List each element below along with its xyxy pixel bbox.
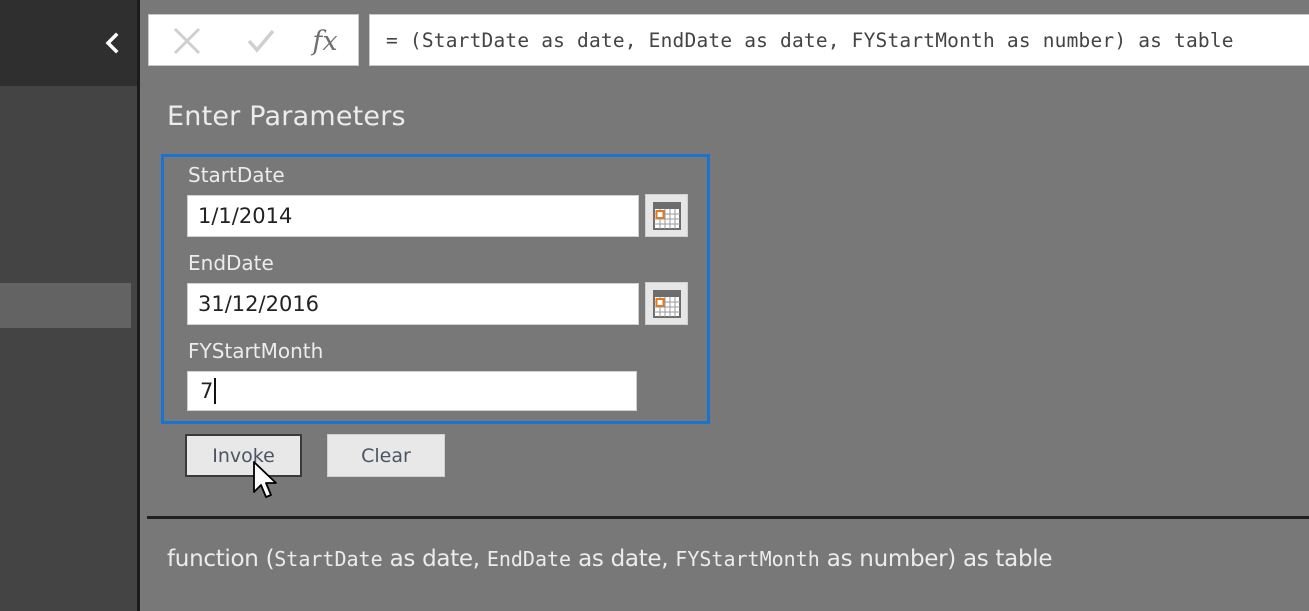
text-caret (214, 378, 217, 404)
start-date-input[interactable] (187, 195, 639, 237)
end-date-input[interactable] (187, 283, 639, 325)
function-signature: function (StartDate as date, EndDate as … (167, 546, 1052, 572)
formula-input[interactable]: = (StartDate as date, EndDate as date, F… (369, 14, 1309, 66)
signature-type-1: as date, (382, 546, 487, 572)
navigator-pane (0, 0, 137, 611)
cancel-formula-button[interactable] (169, 25, 205, 57)
calendar-icon (652, 289, 681, 318)
start-date-calendar-button[interactable] (645, 194, 688, 237)
checkmark-icon (247, 29, 275, 53)
close-icon (173, 27, 201, 55)
invoke-button[interactable]: Invoke (185, 434, 302, 477)
section-divider (147, 516, 1309, 519)
end-date-label: EndDate (188, 251, 274, 275)
signature-type-3: as number) as table (819, 546, 1053, 572)
signature-param-startdate: StartDate (274, 547, 383, 571)
signature-prefix: function ( (167, 546, 275, 572)
insert-function-button[interactable]: fx (307, 25, 343, 57)
navigator-header (0, 0, 137, 86)
page-title: Enter Parameters (167, 101, 406, 132)
parameters-panel: StartDate EndDate (161, 154, 710, 424)
fx-icon: fx (312, 25, 338, 57)
mouse-pointer-icon (253, 461, 277, 498)
fy-start-month-input[interactable]: 7 (187, 371, 637, 411)
pane-divider[interactable] (137, 0, 140, 611)
calendar-icon (652, 201, 681, 230)
commit-formula-button[interactable] (243, 25, 279, 57)
fy-start-month-label: FYStartMonth (188, 339, 324, 363)
chevron-left-icon (105, 32, 119, 54)
signature-type-2: as date, (571, 546, 676, 572)
signature-param-fystartmonth: FYStartMonth (675, 547, 820, 571)
navigator-selected-query[interactable] (0, 283, 131, 328)
formula-text: = (StartDate as date, EndDate as date, F… (386, 28, 1234, 52)
collapse-navigator-button[interactable] (97, 26, 127, 60)
signature-param-enddate: EndDate (486, 547, 572, 571)
end-date-calendar-button[interactable] (645, 282, 688, 325)
clear-button[interactable]: Clear (327, 434, 445, 477)
formula-bar-controls: fx (148, 14, 359, 66)
start-date-label: StartDate (188, 163, 285, 187)
fy-start-month-value: 7 (200, 379, 214, 403)
